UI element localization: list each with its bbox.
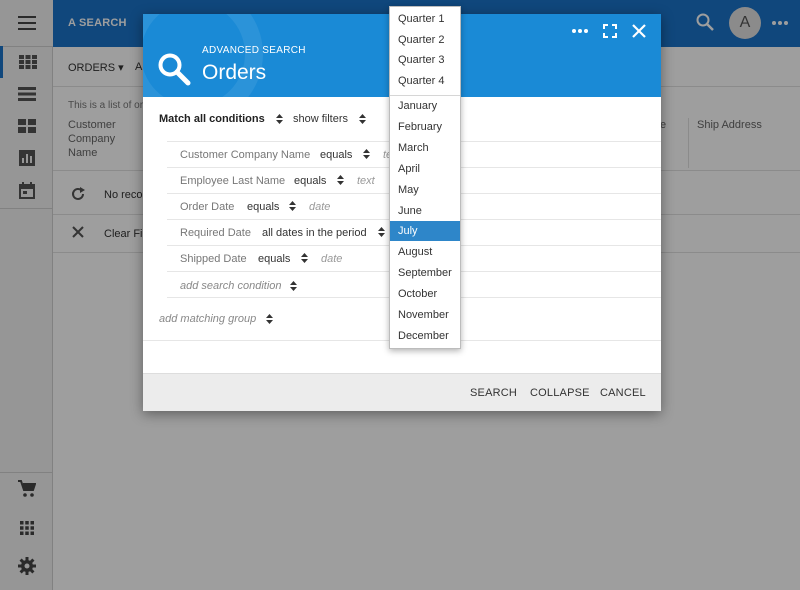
sort-arrows-icon[interactable] bbox=[378, 227, 385, 237]
dialog-footer: SEARCH COLLAPSE CANCEL bbox=[143, 373, 661, 411]
condition-value[interactable]: date bbox=[321, 253, 342, 265]
sort-arrows-icon bbox=[290, 281, 297, 291]
search-icon bbox=[158, 53, 191, 86]
condition-value[interactable]: date bbox=[309, 201, 330, 213]
dropdown-option-july[interactable]: July bbox=[390, 221, 460, 241]
dropdown-option-august[interactable]: August bbox=[390, 242, 460, 262]
add-condition-label: add search condition bbox=[180, 280, 282, 292]
dropdown-option-april[interactable]: April bbox=[390, 159, 460, 179]
more-horizontal-icon bbox=[572, 29, 588, 33]
condition-field: Shipped Date bbox=[180, 253, 247, 265]
dropdown-option-december[interactable]: December bbox=[390, 326, 460, 346]
sort-arrows-icon bbox=[359, 114, 367, 125]
dialog-more-button[interactable] bbox=[569, 20, 591, 42]
show-filters-select[interactable]: show filters bbox=[293, 113, 367, 125]
condition-operator[interactable]: all dates in the period bbox=[262, 227, 367, 239]
condition-field: Order Date bbox=[180, 201, 235, 213]
condition-operator[interactable]: equals bbox=[294, 175, 326, 187]
dropdown-option-october[interactable]: October bbox=[390, 284, 460, 304]
fullscreen-icon bbox=[603, 24, 617, 38]
collapse-button[interactable]: COLLAPSE bbox=[530, 387, 590, 399]
sort-arrows-icon bbox=[275, 114, 283, 125]
dropdown-option-quarter-1[interactable]: Quarter 1 bbox=[390, 9, 460, 29]
sort-arrows-icon[interactable] bbox=[301, 253, 308, 263]
dialog-title: Orders bbox=[202, 61, 267, 84]
dialog-subtitle: ADVANCED SEARCH bbox=[202, 45, 306, 56]
dropdown-option-june[interactable]: June bbox=[390, 201, 460, 221]
show-filters-label: show filters bbox=[293, 113, 349, 125]
cancel-button[interactable]: CANCEL bbox=[600, 387, 646, 399]
match-mode-label: Match all conditions bbox=[159, 113, 265, 125]
dropdown-option-quarter-3[interactable]: Quarter 3 bbox=[390, 50, 460, 70]
dialog-fullscreen-button[interactable] bbox=[599, 20, 621, 42]
condition-field: Required Date bbox=[180, 227, 251, 239]
close-icon bbox=[632, 24, 646, 38]
dropdown-option-september[interactable]: September bbox=[390, 263, 460, 283]
sort-arrows-icon[interactable] bbox=[363, 149, 370, 159]
sort-arrows-icon[interactable] bbox=[337, 175, 344, 185]
sort-arrows-icon[interactable] bbox=[289, 201, 296, 211]
condition-operator[interactable]: equals bbox=[258, 253, 290, 265]
dropdown-option-march[interactable]: March bbox=[390, 138, 460, 158]
condition-value[interactable]: text bbox=[357, 175, 375, 187]
dropdown-option-february[interactable]: February bbox=[390, 117, 460, 137]
dropdown-option-november[interactable]: November bbox=[390, 305, 460, 325]
add-group-label: add matching group bbox=[159, 313, 257, 325]
search-button[interactable]: SEARCH bbox=[470, 387, 517, 399]
dropdown-option-may[interactable]: May bbox=[390, 180, 460, 200]
sort-arrows-icon bbox=[266, 314, 273, 324]
condition-field: Employee Last Name bbox=[180, 175, 286, 187]
dialog-close-button[interactable] bbox=[628, 20, 650, 42]
period-dropdown-list: Quarter 1 Quarter 2 Quarter 3 Quarter 4 … bbox=[389, 6, 461, 349]
dropdown-option-january[interactable]: January bbox=[390, 96, 460, 116]
match-mode-select[interactable]: Match all conditions bbox=[159, 113, 283, 125]
condition-field: Customer Company Name bbox=[180, 149, 311, 161]
dropdown-option-quarter-4[interactable]: Quarter 4 bbox=[390, 71, 460, 91]
condition-operator[interactable]: equals bbox=[320, 149, 352, 161]
condition-operator[interactable]: equals bbox=[247, 201, 279, 213]
dropdown-option-quarter-2[interactable]: Quarter 2 bbox=[390, 30, 460, 50]
